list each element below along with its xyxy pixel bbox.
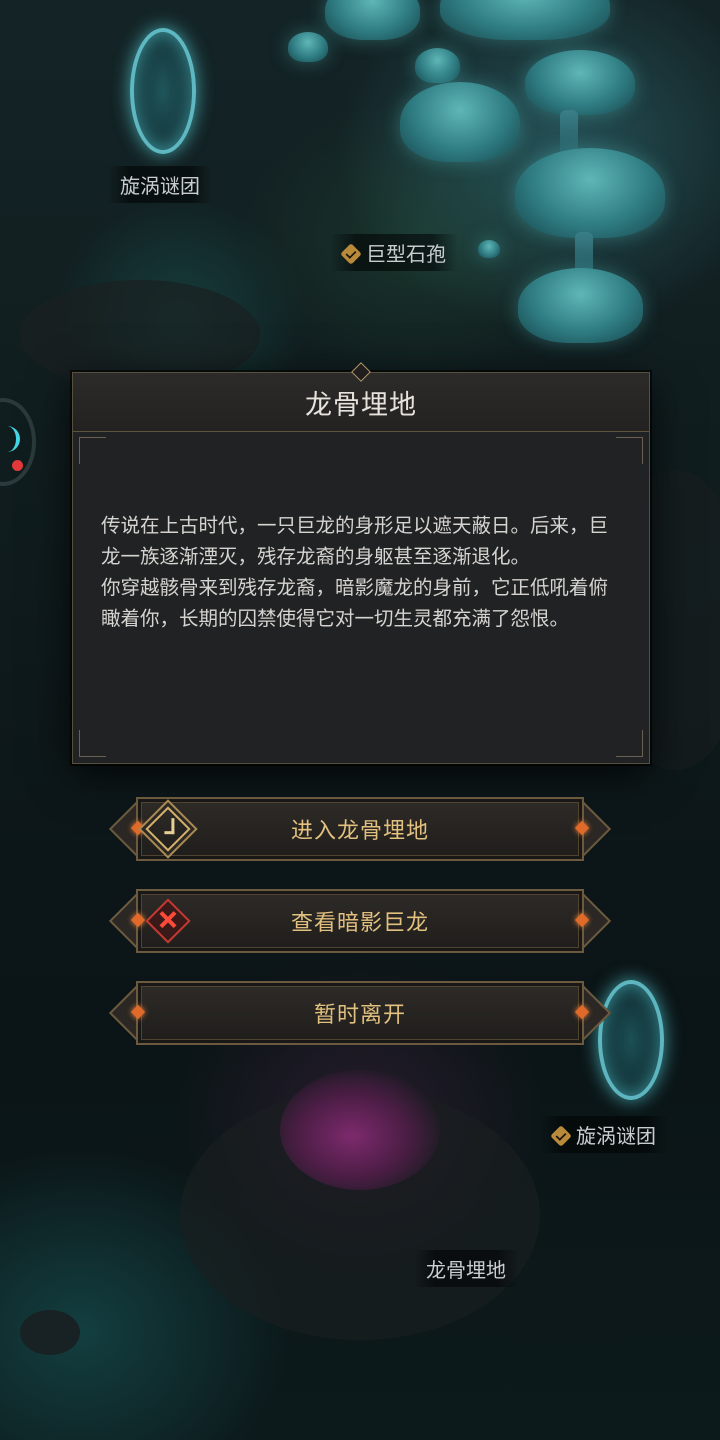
corner-ornament — [79, 437, 106, 464]
mushroom-decoration — [515, 148, 665, 238]
map-label-dragon-bone-land[interactable]: 龙骨埋地 — [414, 1250, 518, 1287]
corner-ornament — [616, 730, 643, 757]
mushroom-decoration — [518, 268, 643, 343]
enter-dungeon-button[interactable]: 进入龙骨埋地 — [108, 797, 612, 861]
corner-ornament — [616, 437, 643, 464]
dialog-header: 龙骨埋地 — [73, 362, 649, 432]
description-paragraph: 你穿越骸骨来到残存龙裔，暗影魔龙的身前，它正低吼着俯瞰着你，长期的囚禁使得它对一… — [101, 576, 609, 630]
map-label-text: 旋涡谜团 — [120, 174, 200, 198]
map-label-vortex-top[interactable]: 旋涡谜团 — [108, 166, 212, 203]
map-label-vortex-bottom[interactable]: 旋涡谜团 — [540, 1116, 668, 1153]
corner-ornament — [79, 730, 106, 757]
mushroom-decoration — [415, 48, 460, 83]
vortex-portal-icon[interactable] — [130, 28, 196, 154]
button-label: 查看暗影巨龙 — [290, 911, 429, 936]
mushroom-decoration — [525, 50, 635, 115]
description-paragraph: 传说在上古时代，一只巨龙的身形足以遮天蔽日。后来，巨龙一族逐渐湮灭，残存龙裔的身… — [101, 514, 609, 568]
button-label: 进入龙骨埋地 — [290, 819, 429, 844]
completed-check-icon — [340, 243, 362, 265]
map-label-giant-spore[interactable]: 巨型石孢 — [330, 234, 458, 271]
button-label: 暂时离开 — [313, 1003, 406, 1028]
dialog-title: 龙骨埋地 — [305, 389, 417, 421]
leave-button[interactable]: 暂时离开 — [108, 981, 612, 1045]
view-dragon-button[interactable]: 查看暗影巨龙 — [108, 889, 612, 953]
notification-dot — [12, 460, 23, 471]
mushroom-decoration — [478, 240, 500, 258]
event-dialog: 龙骨埋地 传说在上古时代，一只巨龙的身形足以遮天蔽日。后来，巨龙一族逐渐湮灭，残… — [72, 362, 650, 764]
map-label-text: 旋涡谜团 — [576, 1124, 656, 1148]
mushroom-decoration — [400, 82, 520, 162]
shadow-dragon-sprite[interactable] — [280, 1070, 440, 1190]
mushroom-decoration — [325, 0, 420, 40]
map-label-text: 龙骨埋地 — [426, 1258, 506, 1282]
completed-check-icon — [550, 1125, 572, 1147]
dialog-description: 传说在上古时代，一只巨龙的身形足以遮天蔽日。后来，巨龙一族逐渐湮灭，残存龙裔的身… — [73, 432, 649, 634]
vortex-portal-icon[interactable] — [598, 980, 664, 1100]
map-label-text: 巨型石孢 — [366, 242, 446, 266]
mushroom-decoration — [288, 32, 328, 62]
rock-decoration — [20, 1310, 80, 1355]
